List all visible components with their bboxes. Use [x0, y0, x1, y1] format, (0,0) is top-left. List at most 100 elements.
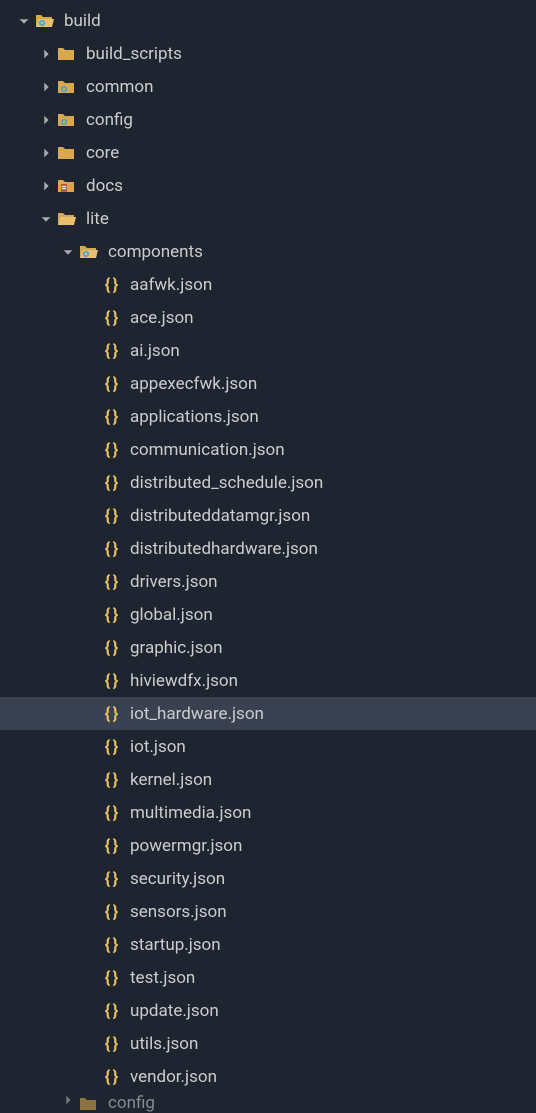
item-label: multimedia.json [130, 803, 251, 823]
chevron-right-icon[interactable] [36, 80, 56, 94]
file-item[interactable]: { }communication.json [0, 433, 536, 466]
json-file-icon: { } [100, 736, 122, 758]
file-item[interactable]: { } startup.json [0, 928, 536, 961]
file-item[interactable]: { } multimedia.json [0, 796, 536, 829]
file-item[interactable]: { } utils.json [0, 1027, 536, 1060]
item-label: startup.json [130, 935, 221, 955]
item-label: sensors.json [130, 902, 227, 922]
file-item[interactable]: { }appexecfwk.json [0, 367, 536, 400]
chevron-right-icon[interactable] [36, 113, 56, 127]
folder-icon [78, 1093, 100, 1113]
chevron-down-icon[interactable] [36, 212, 56, 226]
file-item[interactable]: { }graphic.json [0, 631, 536, 664]
item-label: iot.json [130, 737, 186, 757]
folder-item[interactable]: common [0, 70, 536, 103]
json-file-icon: { } [100, 1066, 122, 1088]
item-label: aafwk.json [130, 275, 212, 295]
folder-icon [56, 109, 78, 131]
json-file-icon: { } [100, 505, 122, 527]
item-label: ai.json [130, 341, 180, 361]
folder-icon [56, 76, 78, 98]
file-item[interactable]: { } iot_hardware.json [0, 697, 536, 730]
item-label: build_scripts [86, 44, 182, 64]
json-file-icon: { } [100, 835, 122, 857]
json-file-icon: { } [100, 637, 122, 659]
folder-icon [56, 175, 78, 197]
item-label: distributedhardware.json [130, 539, 318, 559]
json-file-icon: { } [100, 1033, 122, 1055]
folder-item[interactable]: components [0, 235, 536, 268]
file-item[interactable]: { } vendor.json [0, 1060, 536, 1093]
file-item[interactable]: { } update.json [0, 994, 536, 1027]
item-label: test.json [130, 968, 195, 988]
item-label: config [86, 110, 133, 130]
item-label: common [86, 77, 154, 97]
file-item[interactable]: { }security.json [0, 862, 536, 895]
item-label: core [86, 143, 119, 163]
folder-icon [34, 10, 56, 32]
json-file-icon: { } [100, 901, 122, 923]
chevron-right-icon[interactable] [58, 1093, 78, 1107]
file-item[interactable]: { }powermgr.json [0, 829, 536, 862]
folder-icon [56, 43, 78, 65]
item-label: ace.json [130, 308, 194, 328]
file-item[interactable]: { } ai.json [0, 334, 536, 367]
item-label: hiviewdfx.json [130, 671, 238, 691]
file-item[interactable]: { } hiviewdfx.json [0, 664, 536, 697]
item-label: components [108, 242, 203, 262]
item-label: applications.json [130, 407, 259, 427]
folder-item[interactable]: docs [0, 169, 536, 202]
file-item[interactable]: { } sensors.json [0, 895, 536, 928]
json-file-icon: { } [100, 439, 122, 461]
json-file-icon: { } [100, 868, 122, 890]
json-file-icon: { } [100, 538, 122, 560]
item-label: vendor.json [130, 1067, 217, 1087]
folder-icon [78, 241, 100, 263]
file-item[interactable]: { } global.json [0, 598, 536, 631]
file-item[interactable]: { }drivers.json [0, 565, 536, 598]
folder-item[interactable]: config [0, 103, 536, 136]
chevron-right-icon[interactable] [36, 47, 56, 61]
file-item[interactable]: { } aafwk.json [0, 268, 536, 301]
json-file-icon: { } [100, 1000, 122, 1022]
json-file-icon: { } [100, 604, 122, 626]
json-file-icon: { } [100, 571, 122, 593]
json-file-icon: { } [100, 274, 122, 296]
folder-item[interactable]: core [0, 136, 536, 169]
item-label: distributed_schedule.json [130, 473, 323, 493]
json-file-icon: { } [100, 802, 122, 824]
item-label: config [108, 1093, 155, 1113]
folder-item[interactable]: lite [0, 202, 536, 235]
chevron-right-icon[interactable] [36, 146, 56, 160]
folder-item[interactable]: build [0, 4, 536, 37]
file-item[interactable]: { } applications.json [0, 400, 536, 433]
file-item[interactable]: { } kernel.json [0, 763, 536, 796]
file-item[interactable]: { } ace.json [0, 301, 536, 334]
folder-item[interactable]: build_scripts [0, 37, 536, 70]
json-file-icon: { } [100, 307, 122, 329]
item-label: iot_hardware.json [130, 704, 264, 724]
json-file-icon: { } [100, 406, 122, 428]
json-file-icon: { } [100, 670, 122, 692]
folder-item[interactable]: config [0, 1093, 536, 1113]
chevron-down-icon[interactable] [58, 245, 78, 259]
item-label: distributeddatamgr.json [130, 506, 310, 526]
json-file-icon: { } [100, 934, 122, 956]
file-item[interactable]: { } distributedhardware.json [0, 532, 536, 565]
item-label: update.json [130, 1001, 219, 1021]
chevron-right-icon[interactable] [36, 179, 56, 193]
item-label: build [64, 11, 101, 31]
json-file-icon: { } [100, 340, 122, 362]
json-file-icon: { } [100, 472, 122, 494]
file-item[interactable]: { } iot.json [0, 730, 536, 763]
item-label: kernel.json [130, 770, 212, 790]
json-file-icon: { } [100, 703, 122, 725]
item-label: utils.json [130, 1034, 198, 1054]
item-label: global.json [130, 605, 213, 625]
chevron-down-icon[interactable] [14, 14, 34, 28]
json-file-icon: { } [100, 769, 122, 791]
item-label: appexecfwk.json [130, 374, 257, 394]
file-item[interactable]: { } distributeddatamgr.json [0, 499, 536, 532]
file-item[interactable]: { }test.json [0, 961, 536, 994]
file-item[interactable]: { } distributed_schedule.json [0, 466, 536, 499]
